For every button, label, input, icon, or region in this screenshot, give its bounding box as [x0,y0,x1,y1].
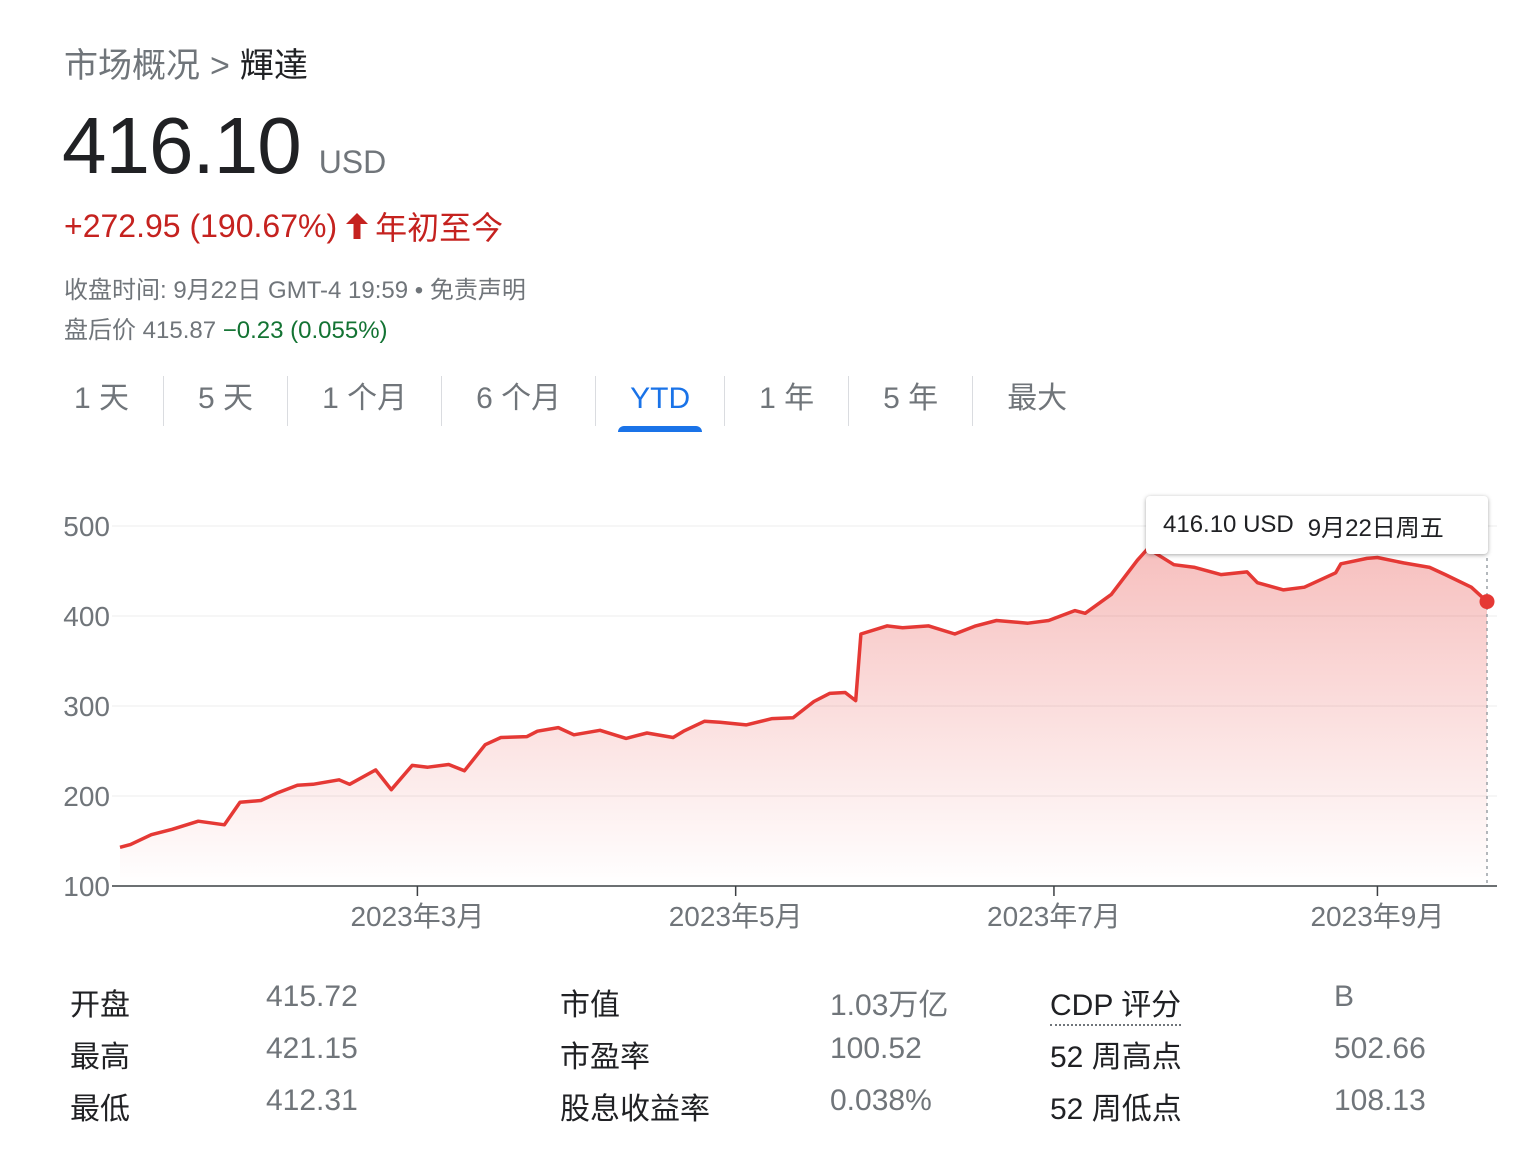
disclaimer-link[interactable]: 免责声明 [430,277,526,304]
arrow-up-icon [345,211,369,241]
after-hours-change: −0.23 (0.055%) [222,317,388,344]
x-tick-label: 2023年5月 [669,901,803,932]
stat-label-dividend-yield: 股息收益率 [560,1093,710,1126]
stat-value-dividend-yield: 0.038% [830,1084,932,1117]
after-hours-label: 盘后价 [64,317,136,344]
after-hours-price: 415.87 [142,317,217,344]
range-tabs: 1 天 5 天 1 个月 6 个月 YTD 1 年 5 年 最大 [40,372,1101,432]
bullet-separator: • [414,277,424,304]
tab-1-month[interactable]: 1 个月 [288,372,441,426]
stat-label-pe-ratio: 市盈率 [560,1041,650,1074]
tooltip-price: 416.10 USD [1163,511,1294,538]
breadcrumb-parent-link[interactable]: 市场概况 [64,47,200,85]
stat-value-cdp-score: B [1334,980,1355,1013]
stat-value-high: 421.15 [266,1032,358,1065]
price-change: +272.95 (190.67%) 年初至今 [64,203,503,249]
y-tick-label: 500 [63,511,110,542]
currency-label: USD [318,144,387,180]
stat-label-low: 最低 [70,1093,130,1126]
stat-label-high: 最高 [70,1041,130,1074]
close-time: 收盘时间: 9月22日 GMT-4 19:59 [64,277,409,304]
stat-value-market-cap: 1.03万亿 [830,989,949,1022]
tab-1-year[interactable]: 1 年 [725,372,848,426]
y-tick-label: 400 [63,601,110,632]
y-tick-label: 200 [63,781,110,812]
change-period: 年初至今 [375,210,504,246]
stat-label-52w-low: 52 周低点 [1050,1093,1182,1126]
stat-value-pe-ratio: 100.52 [830,1032,922,1065]
stat-label-open: 开盘 [70,989,130,1022]
breadcrumb-current: 輝達 [239,47,308,85]
quote-price-row: 416.10 USD [62,100,386,192]
tooltip-date: 9月22日周五 [1307,514,1444,542]
tab-max[interactable]: 最大 [973,372,1101,426]
hover-point [1479,594,1495,610]
x-tick-label: 2023年7月 [987,901,1121,932]
stat-value-open: 415.72 [266,980,358,1013]
y-tick-label: 300 [63,691,110,722]
current-price: 416.10 [62,101,302,190]
tab-1-day[interactable]: 1 天 [40,372,163,426]
stat-value-low: 412.31 [266,1084,358,1117]
tab-5-year[interactable]: 5 年 [849,372,972,426]
price-area [120,548,1487,886]
x-tick-label: 2023年9月 [1310,901,1444,932]
after-hours-info: 盘后价 415.87 −0.23 (0.055%) [64,310,388,345]
chart-tooltip: 416.10 USD 9月22日周五 [1146,496,1488,554]
stat-label-market-cap: 市值 [560,989,620,1022]
stat-label-cdp-score[interactable]: CDP 评分 [1050,980,1182,1026]
stat-label-52w-high: 52 周高点 [1050,1041,1182,1074]
breadcrumb-separator: > [210,47,230,85]
stat-value-52w-low: 108.13 [1334,1084,1426,1117]
breadcrumb: 市场概况 > 輝達 [64,38,308,87]
change-value: +272.95 (190.67%) [64,207,338,244]
x-tick-label: 2023年3月 [350,901,484,932]
close-info: 收盘时间: 9月22日 GMT-4 19:59 • 免责声明 [64,270,526,305]
stat-value-52w-high: 502.66 [1334,1032,1426,1065]
y-tick-label: 100 [63,871,110,902]
tab-6-month[interactable]: 6 个月 [442,372,595,426]
tab-5-day[interactable]: 5 天 [164,372,287,426]
tab-ytd[interactable]: YTD [596,372,724,432]
